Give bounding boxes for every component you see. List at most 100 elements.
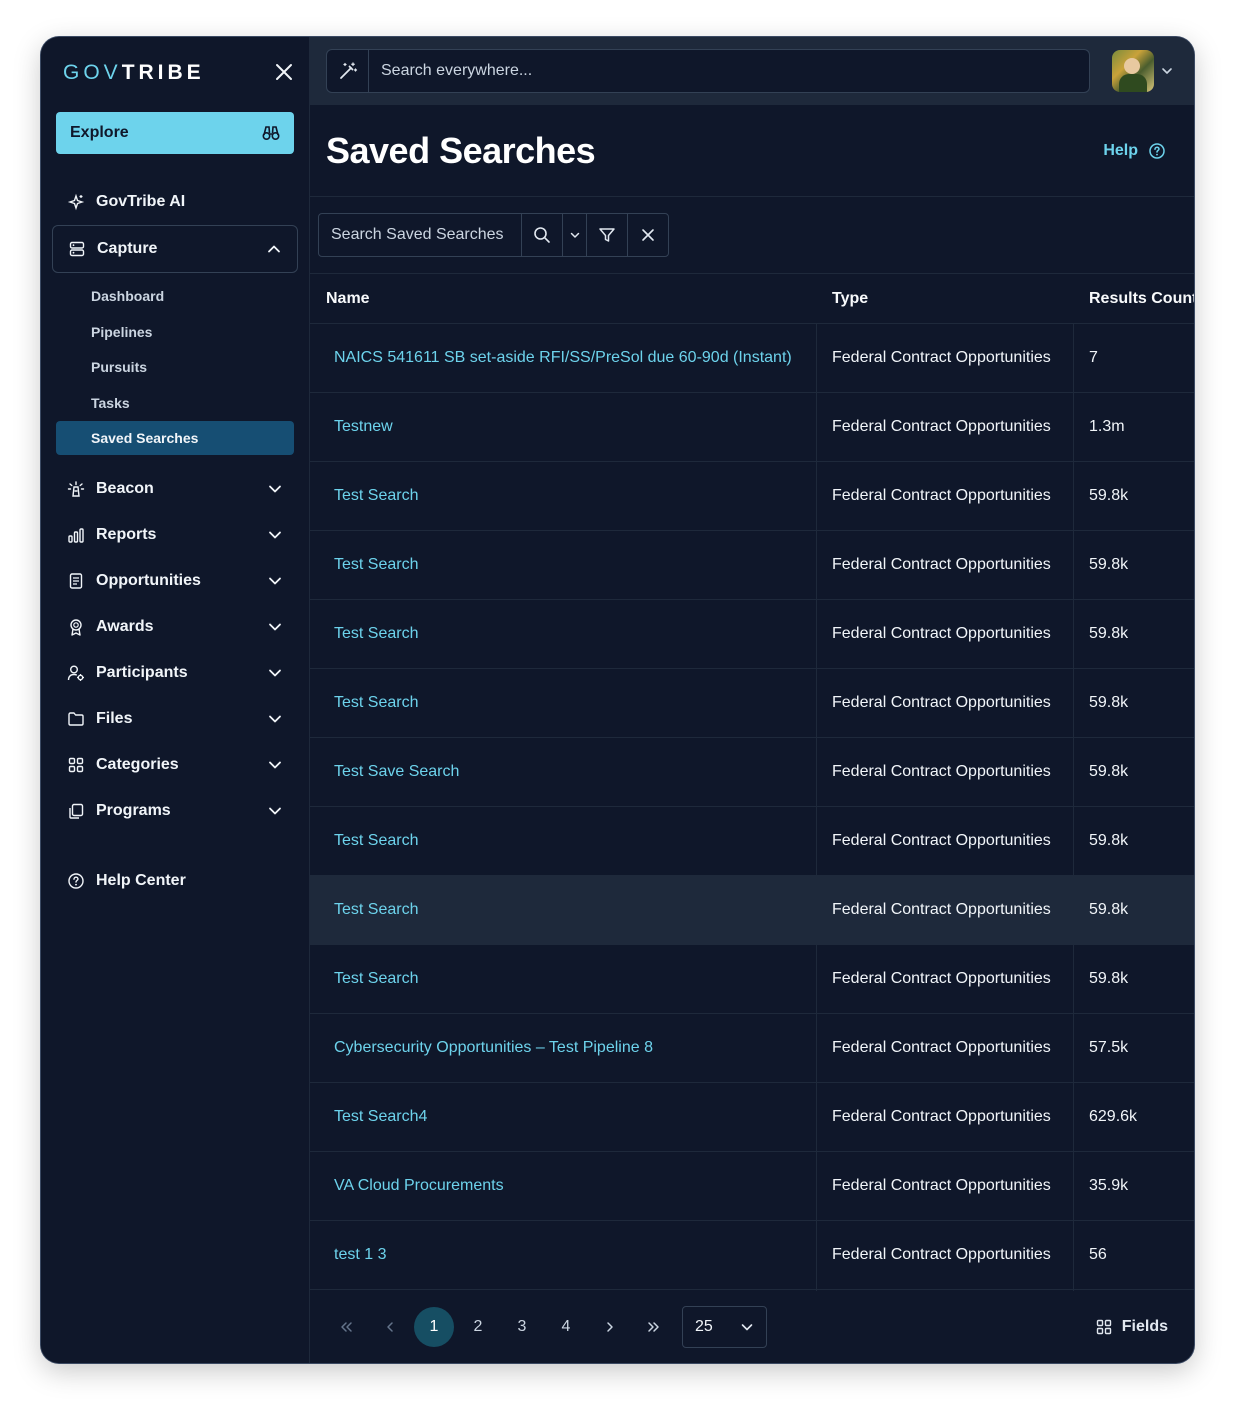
saved-search-link[interactable]: Test Save Search [334, 738, 459, 806]
nav-label: Files [96, 710, 133, 727]
nav-reports[interactable]: Reports [56, 515, 294, 555]
page-button-2[interactable]: 2 [458, 1307, 498, 1347]
prev-page-button[interactable] [370, 1307, 410, 1347]
saved-search-link[interactable]: Test Search [334, 600, 418, 668]
saved-search-link[interactable]: Test Search4 [334, 1083, 427, 1151]
cell-type: Federal Contract Opportunities [832, 556, 1051, 573]
saved-search-link[interactable]: Cybersecurity Opportunities – Test Pipel… [334, 1014, 653, 1082]
saved-search-link[interactable]: Test Search [334, 807, 418, 875]
page-title: Saved Searches [326, 129, 596, 171]
saved-search-link[interactable]: Test Search [334, 531, 418, 599]
nav-sub-pursuits[interactable]: Pursuits [56, 350, 294, 384]
help-circle-icon [68, 873, 84, 889]
table-row[interactable]: Test Search Federal Contract Opportunitie… [310, 531, 1194, 600]
table-row[interactable]: Test Search Federal Contract Opportunitie… [310, 945, 1194, 1014]
table-row[interactable]: Test Save Search Federal Contract Opportu… [310, 738, 1194, 807]
cell-results-count: 35.9k [1089, 1177, 1129, 1194]
cell-type: Federal Contract Opportunities [832, 418, 1051, 435]
saved-search-link[interactable]: Test Search [334, 945, 418, 1013]
saved-search-link[interactable]: test 1 3 [334, 1221, 386, 1289]
nav-label: GovTribe AI [96, 193, 186, 210]
filter-button[interactable] [586, 214, 627, 256]
search-everywhere-input[interactable] [369, 50, 1089, 92]
cell-type: Federal Contract Opportunities [832, 1108, 1051, 1125]
next-page-button[interactable] [590, 1307, 630, 1347]
logo-gov: GOV [63, 60, 122, 84]
chevron-down-icon [269, 669, 281, 677]
chevrons-left-icon [341, 1322, 352, 1332]
help-label: Help [1103, 141, 1138, 159]
nav-beacon[interactable]: Beacon [56, 469, 294, 509]
table-row[interactable]: test 1 3 Federal Contract Opportunities 56 [310, 1221, 1194, 1290]
clear-button[interactable] [627, 214, 668, 256]
global-search [326, 49, 1090, 93]
fields-button[interactable]: Fields [1096, 1318, 1168, 1336]
chevron-down-icon [570, 232, 579, 238]
govtribe-logo[interactable]: GOV TRIBE [63, 62, 205, 83]
nav-sub-saved-searches[interactable]: Saved Searches [56, 421, 294, 455]
nav-label: Participants [96, 664, 188, 681]
nav-sub-pipelines[interactable]: Pipelines [56, 315, 294, 349]
close-sidebar-button[interactable] [273, 61, 295, 83]
search-options-dropdown[interactable] [562, 214, 586, 256]
saved-search-input[interactable] [319, 214, 521, 256]
page-button-3[interactable]: 3 [502, 1307, 542, 1347]
explore-button[interactable]: Explore [56, 112, 294, 154]
nav-categories[interactable]: Categories [56, 745, 294, 785]
saved-search-link[interactable]: Test Search [334, 669, 418, 737]
cell-results-count: 7 [1089, 349, 1098, 366]
bar-chart-icon [68, 528, 84, 543]
column-header-results-count[interactable]: Results Count [1089, 274, 1194, 324]
chevrons-right-icon [648, 1322, 659, 1332]
cell-results-count: 59.8k [1089, 694, 1129, 711]
nav-capture[interactable]: Capture [52, 225, 298, 273]
saved-search-link[interactable]: Test Search [334, 876, 418, 944]
cell-type: Federal Contract Opportunities [832, 1039, 1051, 1056]
table-row[interactable]: Test Search4 Federal Contract Opportuniti… [310, 1083, 1194, 1152]
nav-participants[interactable]: Participants [56, 653, 294, 693]
nav-sub-dashboard[interactable]: Dashboard [56, 279, 294, 313]
table-row[interactable]: Test Search Federal Contract Opportunitie… [310, 462, 1194, 531]
table-row[interactable]: Test Search Federal Contract Opportunitie… [310, 807, 1194, 876]
per-page-select[interactable]: 25 [682, 1306, 767, 1348]
cell-type: Federal Contract Opportunities [832, 349, 1051, 366]
nav-govtribe-ai[interactable]: GovTribe AI [56, 182, 294, 222]
fields-label: Fields [1121, 1318, 1168, 1335]
page-button-1[interactable]: 1 [414, 1307, 454, 1347]
chevron-up-icon [268, 245, 280, 253]
nav-awards[interactable]: Awards [56, 607, 294, 647]
close-icon [276, 64, 292, 80]
cell-results-count: 59.8k [1089, 763, 1129, 780]
user-menu[interactable] [1112, 50, 1174, 92]
nav-sub-tasks[interactable]: Tasks [56, 386, 294, 420]
ai-search-button[interactable] [327, 50, 369, 92]
cell-type: Federal Contract Opportunities [832, 763, 1051, 780]
saved-search-link[interactable]: VA Cloud Procurements [334, 1152, 504, 1220]
grid-icon [1096, 1319, 1111, 1335]
main-content: Saved Searches Help Name Type [310, 37, 1194, 1363]
first-page-button[interactable] [326, 1307, 366, 1347]
table-row[interactable]: Testnew Federal Contract Opportunities 1.3… [310, 393, 1194, 462]
document-icon [69, 573, 83, 589]
column-header-type[interactable]: Type [832, 274, 868, 324]
user-gear-icon [67, 665, 84, 681]
help-link[interactable]: Help [1103, 142, 1166, 160]
table-row[interactable]: Cybersecurity Opportunities – Test Pipel… [310, 1014, 1194, 1083]
table-row[interactable]: Test Search Federal Contract Opportunitie… [310, 669, 1194, 738]
saved-search-link[interactable]: Test Search [334, 462, 418, 530]
nav-programs[interactable]: Programs [56, 791, 294, 831]
nav-help-center[interactable]: Help Center [56, 861, 294, 901]
column-header-name[interactable]: Name [326, 274, 370, 324]
nav-files[interactable]: Files [56, 699, 294, 739]
search-button[interactable] [521, 214, 562, 256]
table-row[interactable]: NAICS 541611 SB set-aside RFI/SS/PreSol … [310, 324, 1194, 393]
table-row[interactable]: VA Cloud Procurements Federal Contract Op… [310, 1152, 1194, 1221]
sidebar: GOV TRIBE Explore GovTribe AI Capture Das… [41, 37, 310, 1363]
saved-search-link[interactable]: NAICS 541611 SB set-aside RFI/SS/PreSol … [334, 324, 792, 392]
table-row[interactable]: Test Search Federal Contract Opportunitie… [310, 600, 1194, 669]
table-row[interactable]: Test Search Federal Contract Opportunitie… [310, 876, 1194, 945]
last-page-button[interactable] [634, 1307, 674, 1347]
page-button-4[interactable]: 4 [546, 1307, 586, 1347]
saved-search-link[interactable]: Testnew [334, 393, 393, 461]
nav-opportunities[interactable]: Opportunities [56, 561, 294, 601]
